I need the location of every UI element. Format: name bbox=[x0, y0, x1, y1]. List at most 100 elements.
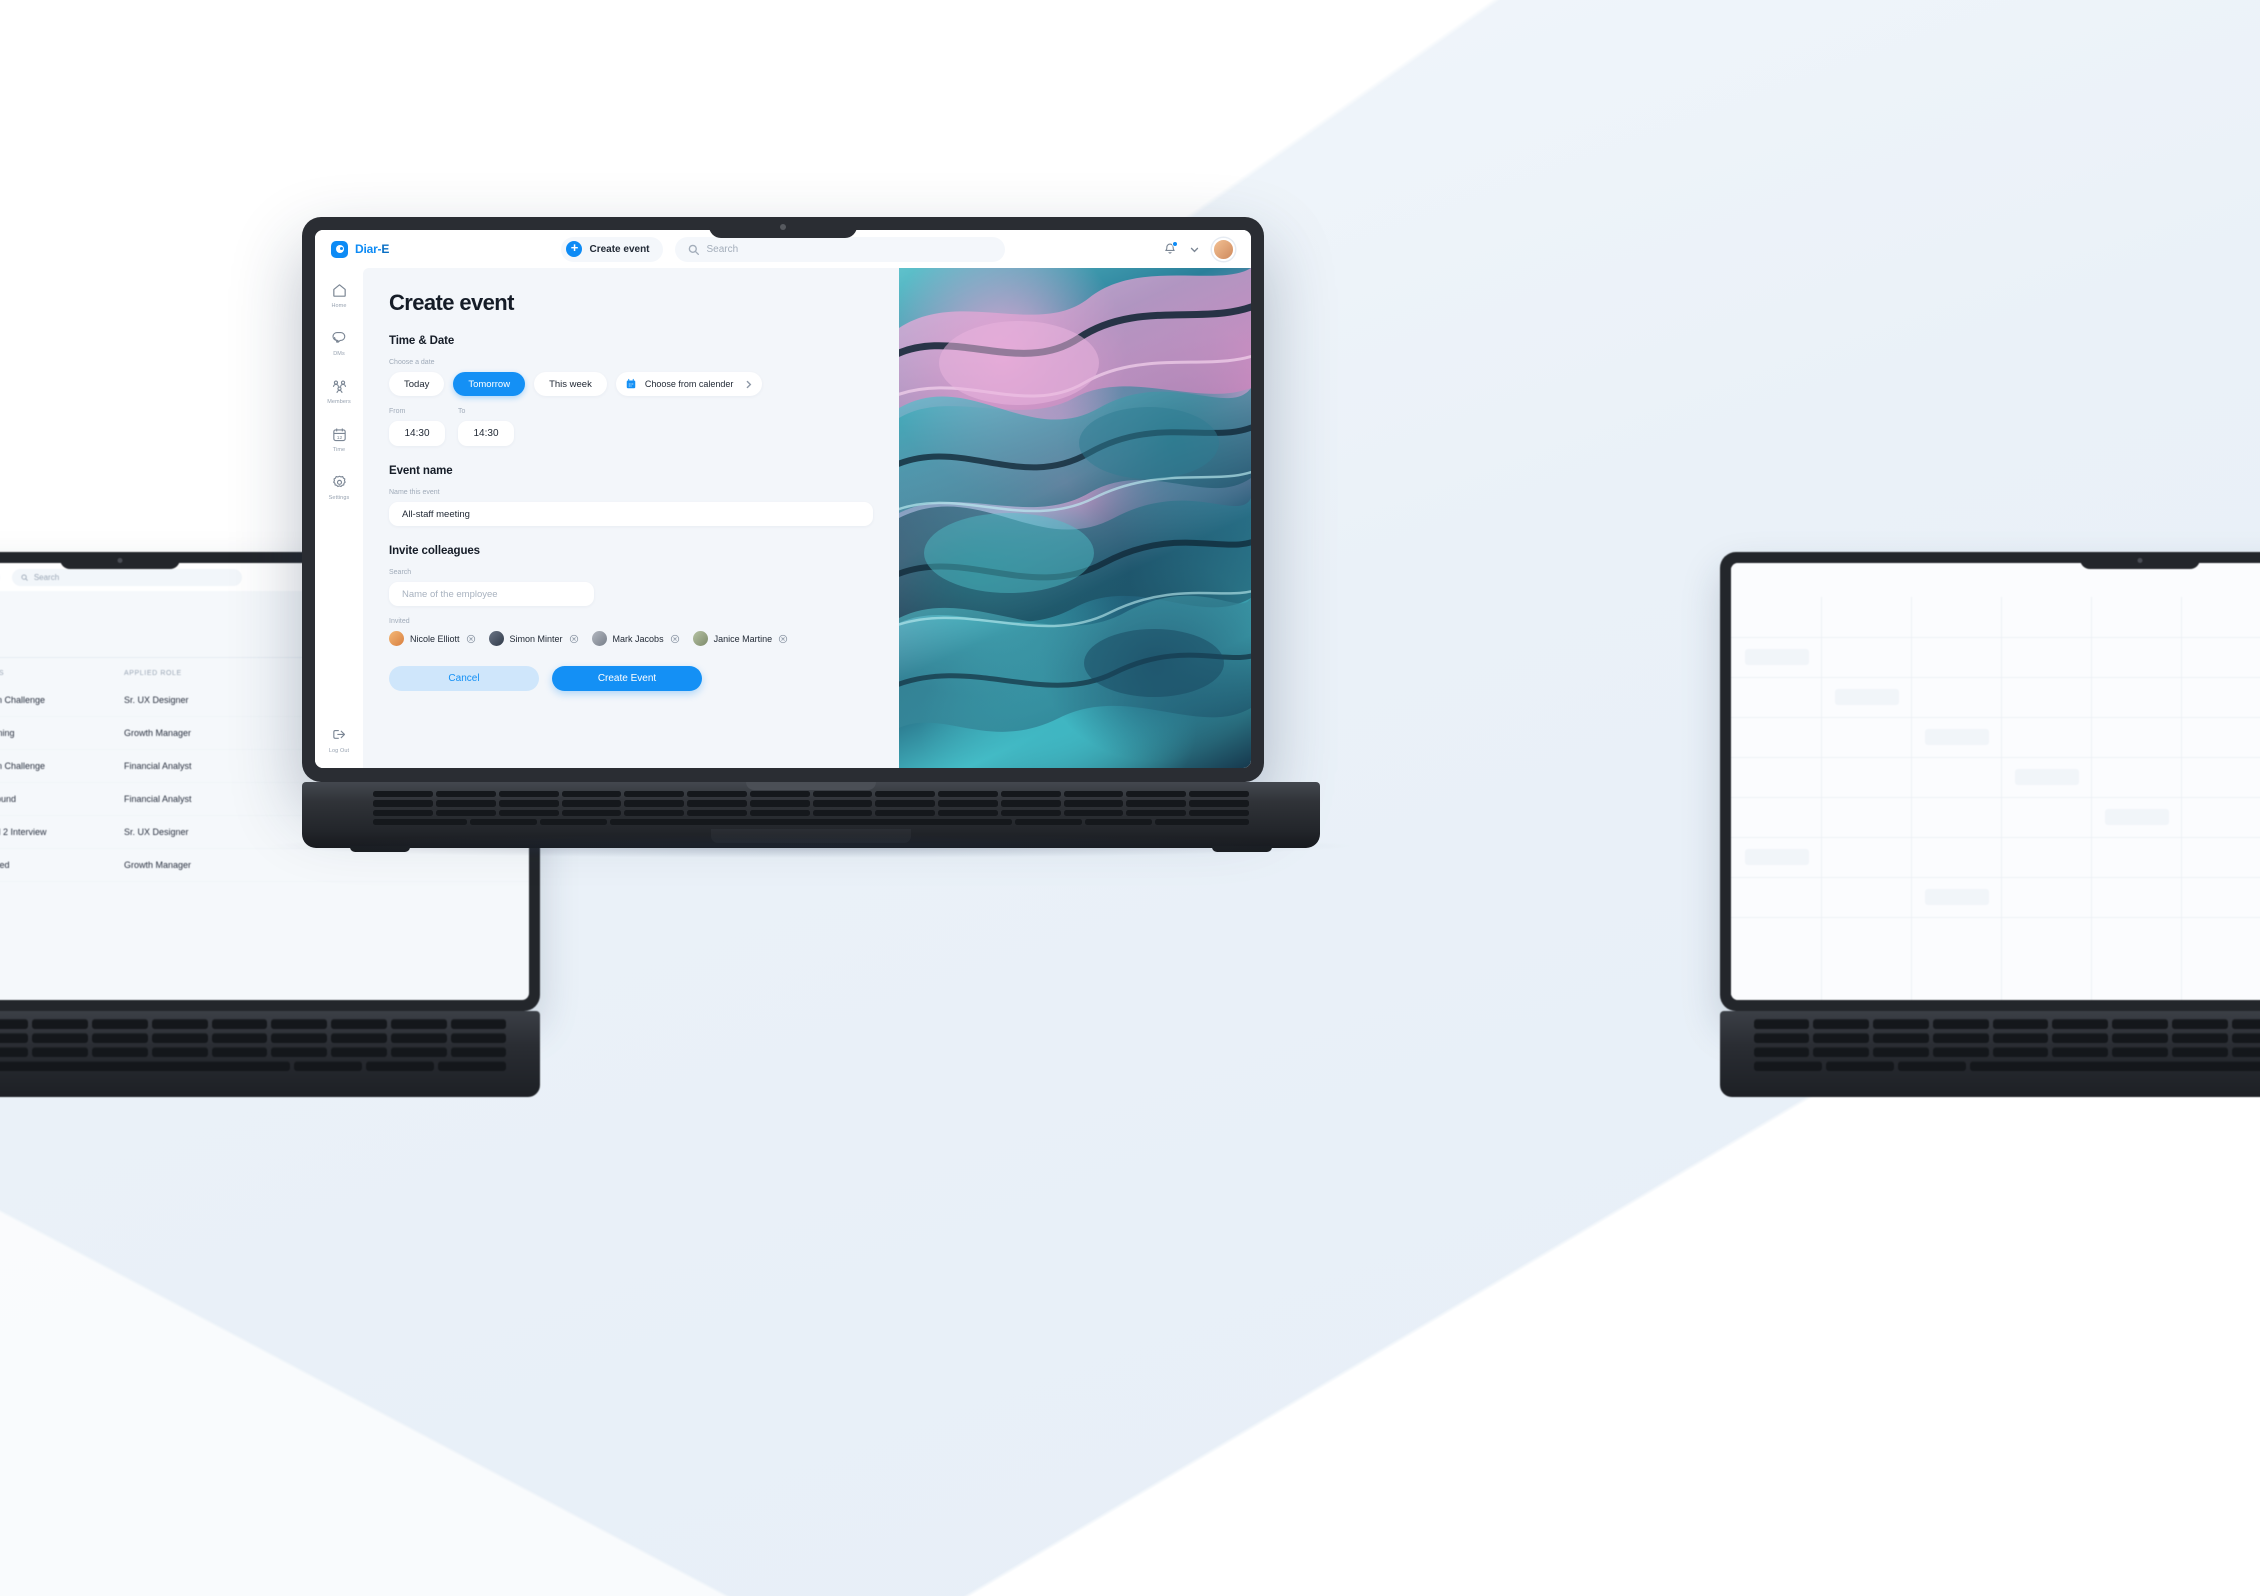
section-time-date-title: Time & Date bbox=[389, 335, 455, 347]
section-event-name-title: Event name bbox=[389, 465, 453, 477]
app-window: Diar-E + Create event Search Home DMs Me… bbox=[315, 230, 1251, 768]
invite-search-input[interactable]: Name of the employee bbox=[389, 582, 594, 606]
webcam-notch bbox=[709, 217, 857, 238]
invited-chips: Nicole Elliott Simon Minter Mark Jacobs bbox=[389, 631, 873, 646]
to-time-input[interactable]: 14:30 bbox=[458, 421, 514, 446]
column-status: STATUS bbox=[0, 670, 5, 677]
remove-circle-icon[interactable] bbox=[778, 634, 788, 644]
from-time-input[interactable]: 14:30 bbox=[389, 421, 445, 446]
left-laptop-notch bbox=[60, 552, 180, 569]
from-label: From bbox=[389, 408, 406, 415]
center-laptop-base bbox=[261, 782, 1361, 858]
left-laptop-base bbox=[0, 1011, 540, 1097]
create-event-submit-button[interactable]: Create Event bbox=[552, 666, 702, 691]
date-option-tomorrow[interactable]: Tomorrow bbox=[453, 372, 526, 396]
sidebar-item-home[interactable]: Home bbox=[331, 282, 348, 309]
chevron-down-icon[interactable] bbox=[1190, 245, 1199, 254]
background-diagonal-bottom-left bbox=[0, 1117, 904, 1596]
date-option-today[interactable]: Today bbox=[389, 372, 445, 396]
invited-chip[interactable]: Nicole Elliott bbox=[389, 631, 476, 646]
bell-icon[interactable] bbox=[1163, 241, 1178, 256]
svg-text:12: 12 bbox=[336, 435, 342, 441]
avatar bbox=[591, 631, 607, 646]
topbar-center: + Create event Search bbox=[455, 236, 1111, 262]
app-body: Home DMs Members 12 Time Settings Log Ou… bbox=[315, 268, 1251, 768]
sidebar: Home DMs Members 12 Time Settings Log Ou… bbox=[315, 268, 363, 768]
sidebar-item-dms[interactable]: DMs bbox=[331, 330, 348, 357]
sidebar-item-label: Home bbox=[331, 303, 347, 309]
right-laptop: Member Details Emilia Greenfield Sr. UX … bbox=[1720, 552, 2260, 1097]
to-time-group: To 14:30 bbox=[458, 396, 514, 446]
from-time-group: From 14:30 bbox=[389, 396, 445, 446]
app-logo[interactable]: Diar-E bbox=[331, 240, 439, 258]
right-calendar-grid bbox=[1731, 563, 2260, 1000]
remove-circle-icon[interactable] bbox=[569, 634, 579, 644]
invited-chip[interactable]: Janice Martine bbox=[692, 631, 789, 646]
sidebar-item-time[interactable]: 12 Time bbox=[331, 426, 348, 453]
remove-circle-icon[interactable] bbox=[466, 634, 476, 644]
left-search-placeholder: Search bbox=[33, 572, 60, 582]
marble-swirl-graphic bbox=[899, 268, 1251, 732]
create-event-button[interactable]: + Create event bbox=[561, 236, 663, 262]
event-name-input[interactable]: All-staff meeting bbox=[389, 502, 873, 526]
invited-name: Simon Minter bbox=[509, 633, 563, 644]
choose-from-calendar-button[interactable]: Choose from calender bbox=[615, 372, 763, 396]
date-option-this-week[interactable]: This week bbox=[534, 372, 607, 396]
center-keyboard bbox=[373, 791, 1249, 825]
laptop-shadow bbox=[261, 834, 1361, 858]
invited-chip[interactable]: Simon Minter bbox=[488, 631, 579, 646]
cell-status: Design Challenge bbox=[0, 761, 46, 771]
right-laptop-base bbox=[1720, 1011, 2260, 1097]
lid-hinge-notch bbox=[746, 782, 876, 790]
cell-status: Design Challenge bbox=[0, 695, 46, 705]
cell-status: Round 2 Interview bbox=[0, 827, 47, 837]
chat-bubbles-icon bbox=[331, 332, 345, 343]
brand-name: Diar-E bbox=[355, 242, 390, 256]
create-event-form: Create event Time & Date Choose a date T… bbox=[363, 268, 899, 768]
sidebar-item-label: Settings bbox=[328, 495, 350, 501]
calendar-icon: 12 bbox=[332, 428, 346, 442]
cell-role: Growth Manager bbox=[124, 860, 192, 870]
event-name-label: Name this event bbox=[389, 489, 440, 496]
gear-icon bbox=[332, 475, 346, 488]
search-placeholder: Search bbox=[706, 243, 739, 255]
invited-name: Nicole Elliott bbox=[410, 633, 460, 644]
invited-label: Invited bbox=[389, 618, 410, 625]
main-content: Create event Time & Date Choose a date T… bbox=[363, 268, 1251, 768]
sidebar-item-logout[interactable]: Log Out bbox=[329, 727, 349, 754]
decorative-artwork bbox=[899, 268, 1251, 768]
sidebar-item-settings[interactable]: Settings bbox=[329, 474, 350, 501]
left-search-input[interactable]: Search bbox=[11, 568, 242, 586]
search-icon bbox=[21, 573, 28, 581]
right-keyboard bbox=[1753, 1019, 2260, 1071]
choose-from-calendar-label: Choose from calender bbox=[644, 379, 734, 389]
section-invite-title: Invite colleagues bbox=[389, 545, 480, 557]
remove-circle-icon[interactable] bbox=[670, 634, 680, 644]
cancel-button[interactable]: Cancel bbox=[389, 666, 539, 691]
logout-icon bbox=[332, 729, 345, 739]
chevron-right-icon bbox=[747, 380, 752, 388]
calendar-icon bbox=[626, 378, 636, 389]
diary-circle-icon bbox=[331, 240, 348, 258]
search-input[interactable]: Search bbox=[674, 236, 1005, 262]
home-icon bbox=[332, 284, 346, 297]
plus-icon: + bbox=[566, 241, 583, 257]
form-actions: Cancel Create Event bbox=[389, 666, 873, 707]
search-icon bbox=[688, 244, 699, 255]
cell-role: Financial Analyst bbox=[124, 761, 192, 771]
cell-status: HR Round bbox=[0, 794, 17, 804]
sidebar-item-label: DMs bbox=[333, 351, 345, 357]
avatar bbox=[692, 631, 708, 646]
left-keyboard bbox=[0, 1019, 507, 1071]
invited-chip[interactable]: Mark Jacobs bbox=[591, 631, 680, 646]
sidebar-item-members[interactable]: Members bbox=[327, 378, 351, 405]
cell-status: Screening bbox=[0, 728, 15, 738]
avatar bbox=[488, 631, 504, 646]
column-applied-role: APPLIED ROLE bbox=[124, 670, 182, 677]
cell-status: Rejected bbox=[0, 860, 10, 870]
to-label: To bbox=[458, 408, 466, 415]
cell-role: Sr. UX Designer bbox=[124, 827, 189, 837]
page-title: Create event bbox=[389, 290, 514, 315]
center-laptop-bezel: Diar-E + Create event Search Home DMs Me… bbox=[302, 217, 1264, 782]
avatar[interactable] bbox=[1212, 237, 1235, 261]
